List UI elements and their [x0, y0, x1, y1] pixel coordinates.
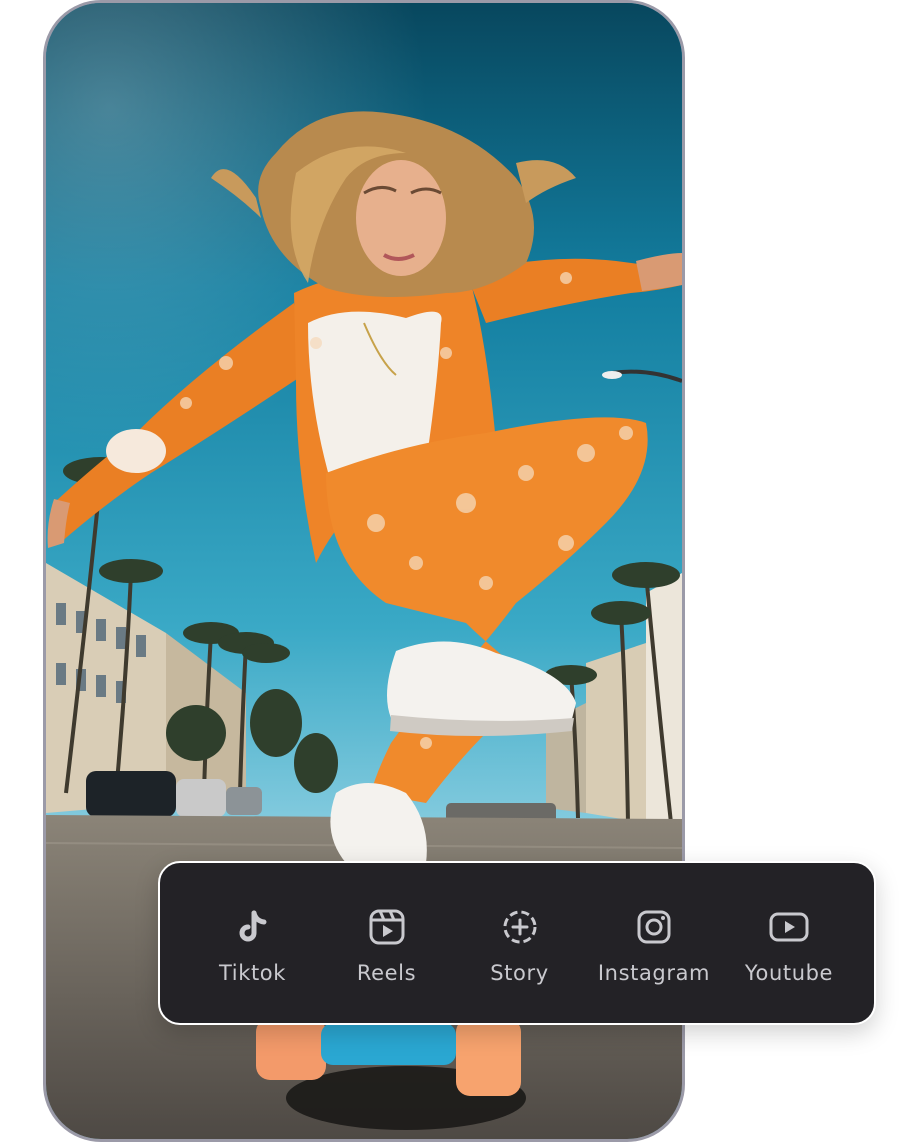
share-destinations-panel: Tiktok Reels Story Instagram Youtube: [158, 861, 876, 1025]
share-item-label: Youtube: [744, 961, 834, 985]
reels-icon: [369, 909, 404, 945]
tiktok-icon: [239, 910, 266, 942]
instagram-icon: [637, 910, 671, 944]
share-instagram-button[interactable]: Instagram: [586, 863, 722, 1023]
share-youtube-button[interactable]: Youtube: [722, 863, 856, 1023]
share-item-label: Story: [490, 961, 549, 985]
youtube-icon: [769, 912, 809, 942]
share-tiktok-button[interactable]: Tiktok: [185, 863, 320, 1023]
share-reels-button[interactable]: Reels: [320, 863, 453, 1023]
story-add-icon: [503, 910, 536, 944]
share-item-label: Instagram: [597, 961, 711, 985]
share-item-label: Reels: [356, 961, 417, 985]
share-item-label: Tiktok: [218, 961, 287, 985]
share-story-button[interactable]: Story: [453, 863, 586, 1023]
